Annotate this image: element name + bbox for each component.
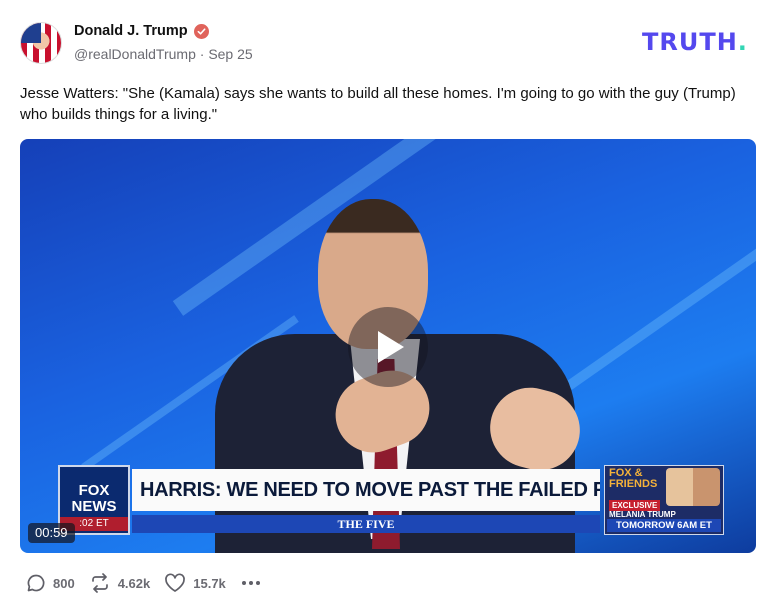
chyron-headline: HARRIS: WE NEED TO MOVE PAST THE FAILED …: [132, 469, 600, 511]
play-button[interactable]: [348, 307, 428, 387]
truth-logo-text: TRUTH: [642, 28, 738, 56]
author-handle[interactable]: @realDonaldTrump: [74, 46, 196, 62]
post-text: Jesse Watters: "She (Kamala) says she wa…: [20, 85, 736, 123]
retruth-icon: [89, 573, 111, 593]
heart-icon: [164, 573, 186, 593]
news-chyron: FOX NEWS :02 ET HARRIS: WE NEED TO MOVE …: [58, 465, 724, 535]
author-handle-row: @realDonaldTrump · Sep 25: [74, 46, 253, 62]
author-name-row: Donald J. Trump: [74, 23, 209, 39]
promo-subtitle: MELANIA TRUMP: [609, 510, 676, 519]
avatar[interactable]: [20, 22, 62, 64]
like-button[interactable]: 15.7k: [164, 573, 226, 593]
reply-count: 800: [53, 575, 75, 591]
post-date[interactable]: Sep 25: [208, 46, 252, 62]
chyron-promo: FOX & FRIENDS EXCLUSIVE MELANIA TRUMP TO…: [604, 465, 724, 535]
play-icon: [378, 331, 404, 363]
more-options-button[interactable]: [240, 573, 262, 593]
verified-icon: [193, 23, 209, 39]
author-display-name[interactable]: Donald J. Trump: [74, 23, 188, 39]
handle-separator: ·: [195, 46, 209, 62]
studio-light-streak: [566, 198, 756, 390]
retruth-count: 4.62k: [117, 575, 151, 591]
chyron-show-name: THE FIVE: [132, 515, 600, 533]
video-duration: 00:59: [28, 523, 75, 543]
post-actions: 800 4.62k 15.7k: [26, 573, 262, 593]
promo-brand: FOX & FRIENDS: [609, 467, 658, 490]
more-icon: [240, 573, 262, 593]
video-player[interactable]: FOX NEWS :02 ET HARRIS: WE NEED TO MOVE …: [20, 139, 756, 553]
truth-logo-dot: .: [737, 28, 748, 56]
reply-button[interactable]: 800: [26, 573, 75, 593]
truth-logo[interactable]: TRUTH.: [642, 28, 748, 56]
promo-image: [666, 468, 720, 506]
promo-time: TOMORROW 6AM ET: [607, 519, 721, 532]
retruth-button[interactable]: 4.62k: [89, 573, 151, 593]
truth-post: Donald J. Trump @realDonaldTrump · Sep 2…: [0, 0, 777, 615]
reply-icon: [26, 573, 46, 593]
like-count: 15.7k: [193, 575, 226, 591]
